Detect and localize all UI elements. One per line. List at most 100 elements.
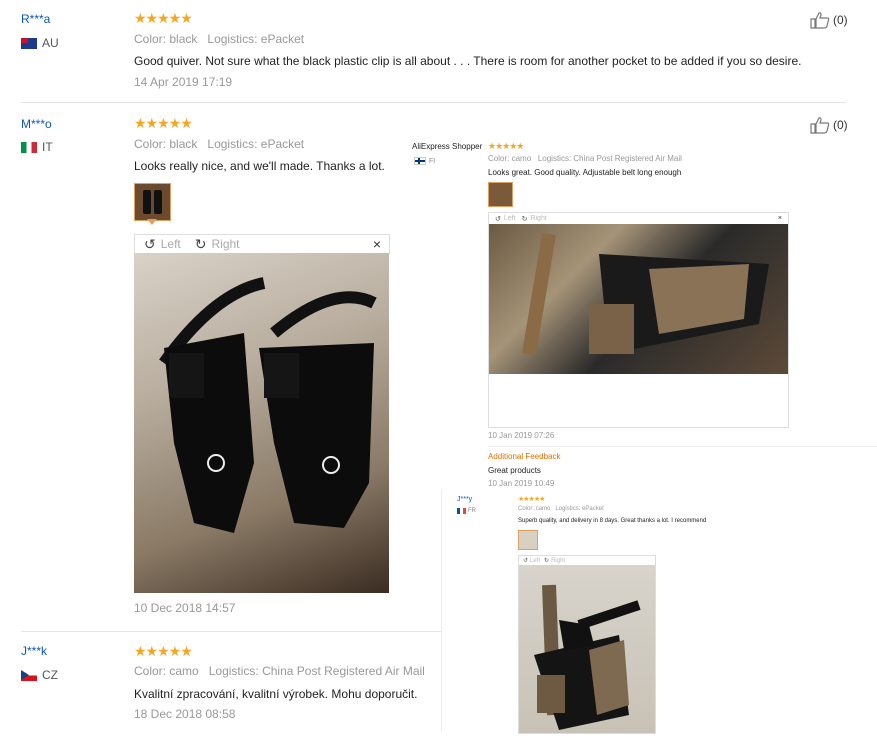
- italy-flag-icon: [21, 141, 37, 153]
- overlay-review-screenshot: J***y ★★★★★ FR Color: camo Logistics: eP…: [441, 490, 877, 734]
- france-flag-icon: [457, 508, 466, 514]
- photo-viewer-toolbar: ↺ Left ↻ Right ×: [134, 234, 390, 254]
- rating-stars: ★★★★★: [134, 643, 193, 659]
- review-text: Looks really nice, and we'll made. Thank…: [134, 159, 385, 173]
- rotate-right-button: Right: [551, 557, 566, 564]
- rotate-right-button[interactable]: Right: [211, 237, 239, 251]
- rotate-left-icon: ↺: [495, 215, 501, 223]
- reviewer-name[interactable]: R***a: [21, 12, 50, 26]
- review-meta: Color: camo Logistics: China Post Regist…: [488, 154, 682, 163]
- color-value: camo: [535, 506, 551, 512]
- overlay-review-screenshot: AliExpress Shopper ★★★★★ FI Color: camo …: [405, 135, 877, 490]
- review-photo-thumbnail[interactable]: [134, 183, 171, 221]
- review-meta: Color: camo Logistics: ePacket: [518, 506, 604, 512]
- divider: [21, 631, 441, 632]
- review-meta: Color: camo Logistics: China Post Regist…: [134, 664, 425, 678]
- photo-viewer-toolbar: ↺ Left ↻ Right ×: [489, 213, 788, 224]
- rotate-left-icon: ↺: [523, 558, 529, 564]
- logistics-value: ePacket: [260, 137, 305, 151]
- review-text: Good quiver. Not sure what the black pla…: [134, 54, 802, 68]
- thumbs-up-icon: [810, 12, 830, 29]
- country-code: CZ: [42, 668, 58, 682]
- color-label: Color:: [134, 32, 167, 46]
- country-code: FR: [468, 508, 476, 514]
- color-label: Color:: [488, 154, 510, 163]
- rotate-left-icon[interactable]: ↺: [144, 236, 156, 253]
- review-meta: Color: black Logistics: ePacket: [134, 137, 304, 151]
- camo-quiver-photo: [489, 224, 788, 374]
- logistics-label: Logistics:: [208, 664, 259, 678]
- reviewer-country: AU: [21, 36, 59, 50]
- color-value: camo: [169, 664, 199, 678]
- australia-flag-icon: [21, 37, 37, 49]
- review-text: Looks great. Good quality. Adjustable be…: [488, 168, 682, 177]
- reviewer-country: FR: [457, 508, 476, 514]
- photo-viewer: ↺ Left ↻ Right: [518, 555, 656, 734]
- color-value: black: [169, 32, 198, 46]
- rotate-left-button: Left: [503, 215, 516, 222]
- logistics-label: Logistics:: [555, 506, 581, 512]
- rotate-left-button[interactable]: Left: [161, 237, 181, 251]
- reviewer-name[interactable]: J***k: [21, 644, 47, 658]
- rotate-right-button: Right: [530, 215, 547, 222]
- color-label: Color:: [134, 137, 167, 151]
- review-photo-thumbnail: [518, 530, 538, 550]
- finland-flag-icon: [414, 157, 426, 165]
- additional-feedback-text: Great products: [488, 466, 541, 475]
- logistics-value: China Post Registered Air Mail: [573, 154, 682, 163]
- quiver-photo-image: [522, 232, 769, 356]
- czech-flag-icon: [21, 669, 37, 681]
- logistics-label: Logistics:: [207, 137, 258, 151]
- photo-viewer: ↺ Left ↻ Right ×: [488, 212, 789, 428]
- rating-stars: ★★★★★: [134, 10, 193, 26]
- country-code: IT: [42, 140, 53, 154]
- color-value: black: [169, 137, 198, 151]
- review-date: 10 Jan 2019 07:26: [488, 431, 555, 440]
- quiver-photo-image: [159, 277, 377, 533]
- rating-stars: ★★★★★: [488, 141, 524, 151]
- logistics-value: China Post Registered Air Mail: [262, 664, 425, 678]
- review-photo-thumbnail: [488, 182, 513, 207]
- color-label: Color:: [518, 506, 535, 512]
- review-date: 14 Apr 2019 17:19: [134, 75, 233, 89]
- rotate-right-icon: ↻: [521, 215, 528, 223]
- review-photo-large: [134, 253, 389, 593]
- divider: [21, 102, 846, 103]
- like-count: (0): [833, 118, 848, 132]
- rating-stars: ★★★★★: [518, 496, 545, 503]
- reviewer-country: FI: [414, 157, 435, 165]
- like-count: (0): [833, 13, 848, 27]
- additional-feedback-date: 10 Jan 2019 10:49: [488, 479, 555, 488]
- photo-viewer-toolbar: ↺ Left ↻ Right: [519, 556, 655, 565]
- country-code: FI: [429, 157, 436, 165]
- review-date: 10 Dec 2018 14:57: [134, 601, 236, 615]
- logistics-value: ePacket: [582, 506, 604, 512]
- reviewer-name[interactable]: M***o: [21, 117, 52, 131]
- color-value: camo: [511, 154, 532, 163]
- close-viewer-button: ×: [777, 215, 782, 222]
- like-button[interactable]: (0): [810, 11, 848, 29]
- close-viewer-button[interactable]: ×: [373, 236, 381, 252]
- additional-feedback-title: Additional Feedback: [488, 452, 561, 461]
- review-text: Kvalitní zpracování, kvalitní výrobek. M…: [134, 687, 418, 701]
- thumbs-up-icon: [810, 117, 830, 134]
- logistics-label: Logistics:: [207, 32, 258, 46]
- camo-quiver-photo: [519, 565, 655, 733]
- review-date: 18 Dec 2018 08:58: [134, 707, 236, 721]
- reviewer-name: J***y: [457, 496, 473, 503]
- color-label: Color:: [134, 664, 167, 678]
- rotate-left-button: Left: [530, 557, 541, 564]
- like-button[interactable]: (0): [810, 116, 848, 134]
- reviewer-country: CZ: [21, 668, 58, 682]
- logistics-label: Logistics:: [537, 154, 572, 163]
- country-code: AU: [42, 36, 59, 50]
- rotate-right-icon[interactable]: ↻: [195, 236, 207, 253]
- reviewer-name: AliExpress Shopper: [412, 142, 483, 151]
- thumbnail-pointer: [147, 219, 157, 225]
- quiver-photo-image: [534, 584, 641, 730]
- review-text: Superb quality, and delivery in 8 days. …: [518, 518, 707, 524]
- review-meta: Color: black Logistics: ePacket: [134, 32, 304, 46]
- rating-stars: ★★★★★: [134, 115, 193, 131]
- divider: [488, 446, 877, 447]
- logistics-value: ePacket: [260, 32, 305, 46]
